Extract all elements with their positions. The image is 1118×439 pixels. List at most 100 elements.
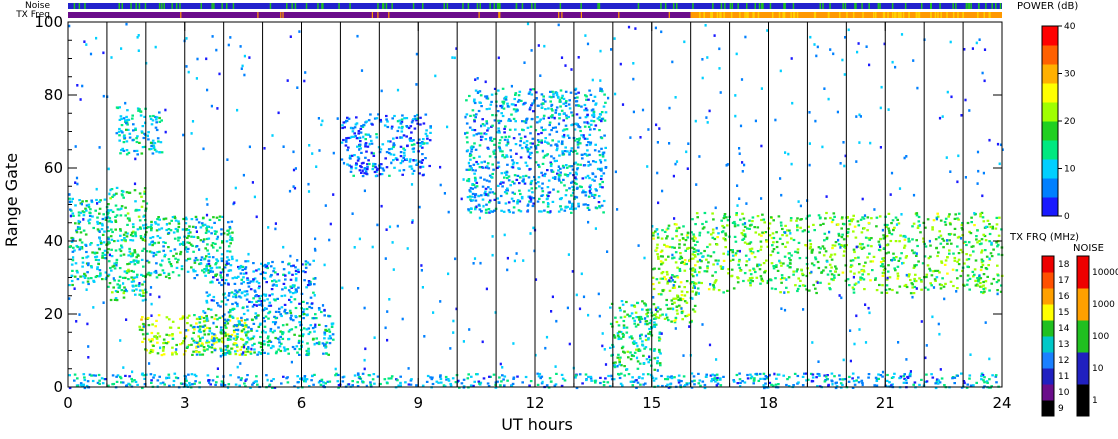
echo-cell xyxy=(296,351,299,354)
echo-cell xyxy=(76,245,80,249)
echo-cell xyxy=(208,330,212,333)
echo-cell xyxy=(692,235,696,238)
echo-cell xyxy=(505,171,509,174)
echo-cell xyxy=(986,219,990,222)
echo-cell xyxy=(546,186,550,189)
echo-cell xyxy=(210,351,214,354)
echo-cell xyxy=(503,384,506,387)
echo-cell xyxy=(816,45,819,49)
echo-cell xyxy=(230,347,233,350)
echo-cell xyxy=(545,384,549,387)
echo-cell xyxy=(356,381,359,384)
echo-cell xyxy=(978,239,981,243)
echo-cell xyxy=(645,358,649,361)
echo-cell xyxy=(482,204,485,208)
echo-cell xyxy=(219,274,222,277)
echo-cell xyxy=(659,364,662,367)
echo-cell xyxy=(155,276,159,279)
echo-cell xyxy=(473,176,477,179)
echo-cell xyxy=(98,275,101,278)
echo-cell xyxy=(366,168,369,171)
echo-cell xyxy=(488,180,491,183)
echo-cell xyxy=(489,103,493,106)
echo-cell xyxy=(96,267,99,271)
echo-cell xyxy=(972,384,975,387)
echo-cell xyxy=(150,220,153,223)
echo-cell xyxy=(748,227,751,230)
echo-cell xyxy=(819,223,822,227)
echo-cell xyxy=(286,376,289,379)
echo-cell xyxy=(833,253,837,256)
echo-cell xyxy=(247,346,250,349)
echo-cell xyxy=(578,137,581,140)
echo-cell xyxy=(934,238,938,241)
echo-cell xyxy=(637,244,640,247)
echo-cell xyxy=(600,120,603,123)
echo-cell xyxy=(353,154,356,157)
echo-cell xyxy=(185,218,188,221)
echo-cell xyxy=(473,257,477,260)
echo-cell xyxy=(546,153,549,156)
echo-cell xyxy=(218,218,221,222)
echo-cell xyxy=(830,253,833,256)
echo-cell xyxy=(600,117,604,121)
echo-cell xyxy=(584,194,588,197)
echo-cell xyxy=(465,136,469,139)
echo-cell xyxy=(125,153,129,156)
echo-cell xyxy=(877,240,881,243)
echo-cell xyxy=(981,260,985,263)
echo-cell xyxy=(119,152,122,155)
echo-cell xyxy=(403,117,406,120)
echo-cell xyxy=(287,262,291,265)
echo-cell xyxy=(491,163,494,166)
echo-cell xyxy=(126,263,129,266)
echo-cell xyxy=(831,218,835,221)
echo-cell xyxy=(682,375,686,378)
echo-cell xyxy=(970,216,973,219)
echo-cell xyxy=(776,269,780,272)
echo-cell xyxy=(473,101,477,105)
echo-cell xyxy=(274,298,277,301)
echo-cell xyxy=(277,310,281,313)
echo-cell xyxy=(98,207,102,210)
echo-cell xyxy=(238,384,241,387)
echo-cell xyxy=(94,256,97,259)
echo-cell xyxy=(132,276,136,279)
echo-cell xyxy=(472,156,476,160)
echo-cell xyxy=(180,265,184,268)
echo-cell xyxy=(946,272,949,275)
echo-cell xyxy=(484,208,488,211)
echo-cell xyxy=(227,221,230,224)
echo-cell xyxy=(794,250,797,253)
echo-cell xyxy=(748,219,751,222)
echo-cell xyxy=(518,133,521,136)
echo-cell xyxy=(272,283,276,286)
echo-cell xyxy=(739,218,742,221)
echo-cell xyxy=(574,374,578,377)
echo-cell xyxy=(775,245,779,249)
echo-cell xyxy=(724,232,727,235)
echo-cell xyxy=(521,128,524,131)
echo-cell xyxy=(423,335,426,338)
echo-cell xyxy=(375,168,379,172)
echo-cell xyxy=(576,143,580,146)
echo-cell xyxy=(549,144,553,147)
echo-cell xyxy=(674,251,678,254)
echo-cell xyxy=(294,288,298,291)
echo-cell xyxy=(887,264,890,267)
echo-cell xyxy=(82,214,86,217)
echo-cell xyxy=(684,249,687,252)
echo-cell xyxy=(630,335,633,338)
echo-cell xyxy=(873,384,876,387)
echo-cell xyxy=(119,234,122,237)
echo-cell xyxy=(946,90,949,94)
echo-cell xyxy=(473,120,476,123)
echo-cell xyxy=(661,229,664,232)
echo-cell xyxy=(501,366,504,369)
echo-cell xyxy=(631,384,635,387)
echo-cell xyxy=(192,250,195,253)
echo-cell xyxy=(890,222,893,225)
echo-cell xyxy=(465,113,469,116)
echo-cell xyxy=(81,281,85,284)
echo-cell xyxy=(691,269,695,272)
